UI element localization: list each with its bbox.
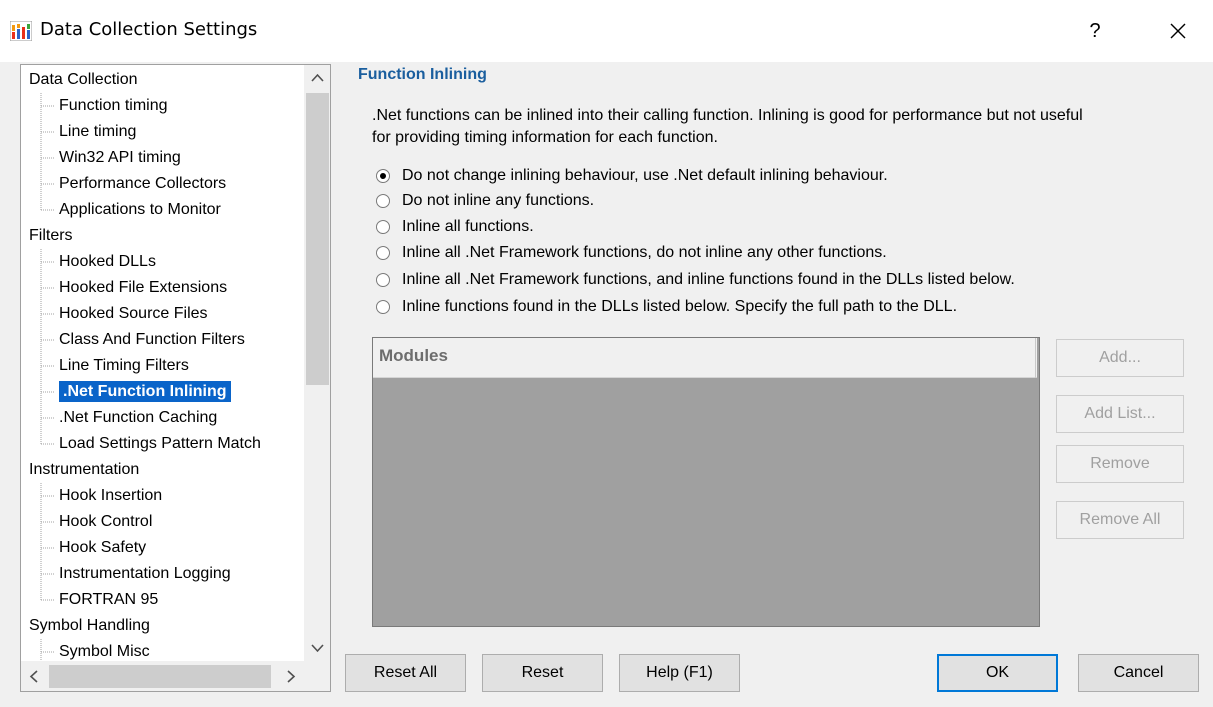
description-line-1: .Net functions can be inlined into their…: [372, 107, 1083, 124]
description-line-2: for providing timing information for eac…: [372, 129, 718, 146]
tree-item-filters[interactable]: Filters: [29, 223, 73, 249]
horizontal-scroll-thumb[interactable]: [49, 665, 271, 688]
radio-option-default-inlining[interactable]: Do not change inlining behaviour, use .N…: [376, 164, 888, 188]
tree-item-hooked-source-files[interactable]: Hooked Source Files: [40, 301, 208, 327]
help-f1-button[interactable]: Help (F1): [619, 654, 740, 692]
cancel-button[interactable]: Cancel: [1078, 654, 1199, 692]
tree-item-data-collection[interactable]: Data Collection: [29, 67, 138, 93]
close-button[interactable]: [1160, 14, 1196, 48]
radio-option-inline-dlls[interactable]: Inline functions found in the DLLs liste…: [376, 295, 957, 319]
radio-option-no-inline[interactable]: Do not inline any functions.: [376, 189, 594, 213]
title-bar: Data Collection Settings ?: [0, 0, 1213, 62]
remove-all-button[interactable]: Remove All: [1056, 501, 1184, 539]
tree-content: Data Collection Function timing Line tim…: [21, 65, 304, 661]
tree-item-hook-insertion[interactable]: Hook Insertion: [40, 483, 162, 509]
section-description: .Net functions can be inlined into their…: [372, 105, 1172, 149]
reset-all-button[interactable]: Reset All: [345, 654, 466, 692]
tree-item-symbol-misc[interactable]: Symbol Misc: [40, 639, 150, 661]
tree-item-hook-control[interactable]: Hook Control: [40, 509, 152, 535]
radio-button[interactable]: [376, 220, 390, 234]
tree-item-symbol-handling[interactable]: Symbol Handling: [29, 613, 150, 639]
window-title: Data Collection Settings: [40, 19, 258, 40]
help-button[interactable]: ?: [1078, 14, 1112, 48]
settings-tree[interactable]: Data Collection Function timing Line tim…: [20, 64, 331, 692]
tree-vertical-scrollbar[interactable]: [304, 65, 330, 661]
reset-button[interactable]: Reset: [482, 654, 603, 692]
tree-item-win32-api-timing[interactable]: Win32 API timing: [40, 145, 181, 171]
column-divider[interactable]: [1035, 338, 1037, 378]
radio-button[interactable]: [376, 246, 390, 260]
tree-item-instrumentation-logging[interactable]: Instrumentation Logging: [40, 561, 231, 587]
radio-button-checked[interactable]: [376, 169, 390, 183]
tree-item-function-timing[interactable]: Function timing: [40, 93, 168, 119]
tree-item-line-timing[interactable]: Line timing: [40, 119, 136, 145]
tree-item-net-function-caching[interactable]: .Net Function Caching: [40, 405, 217, 431]
bar-chart-app-icon: [10, 21, 32, 41]
radio-button[interactable]: [376, 300, 390, 314]
tree-item-applications-to-monitor[interactable]: Applications to Monitor: [40, 197, 221, 223]
tree-item-instrumentation[interactable]: Instrumentation: [29, 457, 139, 483]
tree-item-hooked-file-extensions[interactable]: Hooked File Extensions: [40, 275, 227, 301]
add-list-button[interactable]: Add List...: [1056, 395, 1184, 433]
ok-button[interactable]: OK: [937, 654, 1058, 692]
radio-button[interactable]: [376, 273, 390, 287]
close-icon: [1170, 23, 1186, 39]
radio-option-inline-all[interactable]: Inline all functions.: [376, 215, 534, 239]
scroll-up-icon[interactable]: [304, 65, 330, 91]
scroll-down-icon[interactable]: [304, 635, 330, 661]
tree-item-fortran-95[interactable]: FORTRAN 95: [40, 587, 158, 613]
tree-item-load-settings-pattern-match[interactable]: Load Settings Pattern Match: [40, 431, 261, 457]
tree-item-net-function-inlining[interactable]: .Net Function Inlining: [40, 379, 231, 405]
modules-list[interactable]: Modules: [372, 337, 1040, 627]
tree-item-performance-collectors[interactable]: Performance Collectors: [40, 171, 226, 197]
remove-button[interactable]: Remove: [1056, 445, 1184, 483]
radio-option-inline-framework[interactable]: Inline all .Net Framework functions, do …: [376, 241, 887, 265]
radio-option-inline-framework-and-dlls[interactable]: Inline all .Net Framework functions, and…: [376, 268, 1015, 292]
tree-item-line-timing-filters[interactable]: Line Timing Filters: [40, 353, 189, 379]
add-button[interactable]: Add...: [1056, 339, 1184, 377]
scroll-right-icon[interactable]: [277, 661, 304, 691]
tree-item-class-and-function-filters[interactable]: Class And Function Filters: [40, 327, 245, 353]
scroll-left-icon[interactable]: [21, 661, 48, 691]
radio-button[interactable]: [376, 194, 390, 208]
vertical-scroll-thumb[interactable]: [306, 93, 329, 385]
tree-item-hook-safety[interactable]: Hook Safety: [40, 535, 146, 561]
section-title: Function Inlining: [358, 66, 487, 83]
tree-item-hooked-dlls[interactable]: Hooked DLLs: [40, 249, 156, 275]
tree-horizontal-scrollbar[interactable]: [21, 661, 330, 691]
modules-column-header[interactable]: Modules: [373, 338, 1037, 378]
